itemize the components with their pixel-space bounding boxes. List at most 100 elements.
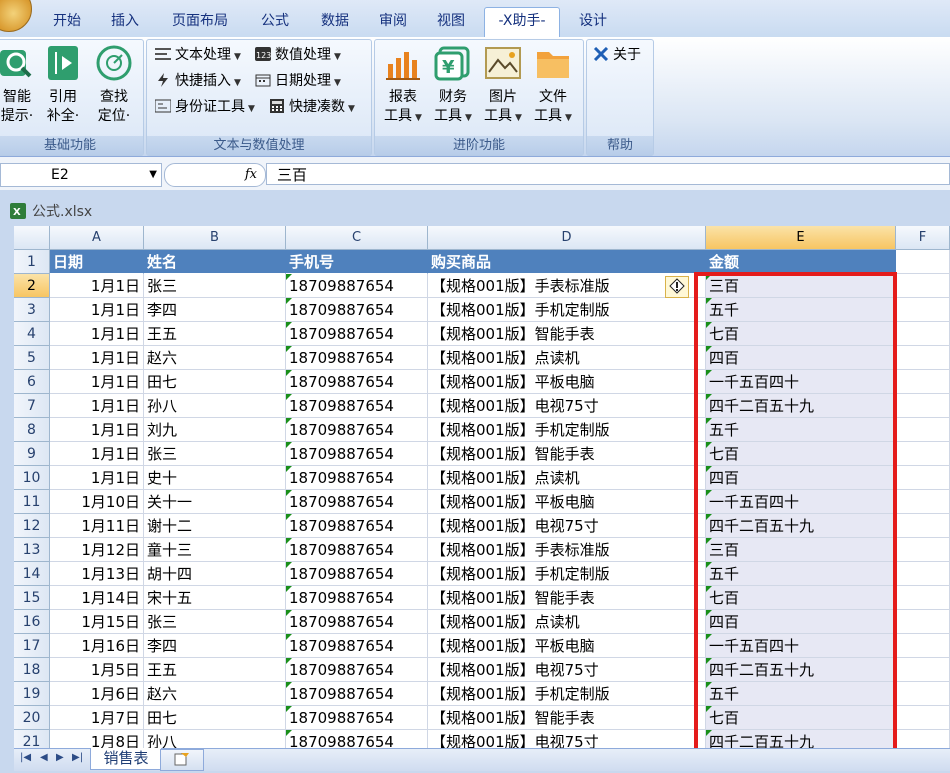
- tab-home[interactable]: 开始: [44, 8, 90, 37]
- next-sheet-icon[interactable]: ▶: [56, 752, 64, 763]
- row-header[interactable]: 8: [14, 418, 50, 442]
- cell-date[interactable]: 1月7日: [50, 706, 144, 730]
- cell-name[interactable]: 关十一: [144, 490, 286, 514]
- empty-cell[interactable]: [896, 394, 950, 418]
- date-process-button[interactable]: 日期处理 ▼: [255, 70, 341, 92]
- cell-name[interactable]: 赵六: [144, 682, 286, 706]
- cell-product[interactable]: 【规格001版】智能手表: [428, 322, 706, 346]
- cell-date[interactable]: 1月1日: [50, 418, 144, 442]
- cell-product[interactable]: 【规格001版】手机定制版: [428, 682, 706, 706]
- tab-x-helper[interactable]: -X助手-: [484, 7, 560, 38]
- last-sheet-icon[interactable]: ▶|: [72, 752, 83, 763]
- quick-insert-button[interactable]: 快捷插入 ▼: [155, 70, 241, 92]
- reference-complete-button[interactable]: 引用 补全·: [41, 44, 85, 126]
- col-header-e[interactable]: E: [706, 226, 896, 250]
- text-process-button[interactable]: 文本处理 ▼: [155, 44, 241, 66]
- finance-tool-button[interactable]: ¥ 财务 工具 ▼: [431, 44, 475, 128]
- col-header-a[interactable]: A: [50, 226, 144, 250]
- tab-insert[interactable]: 插入: [100, 8, 150, 37]
- cell-product[interactable]: 【规格001版】点读机: [428, 346, 706, 370]
- cell-product[interactable]: 【规格001版】点读机: [428, 466, 706, 490]
- cell-phone[interactable]: 18709887654: [286, 706, 428, 730]
- cell-date[interactable]: 1月14日: [50, 586, 144, 610]
- header-cell[interactable]: 购买商品: [428, 250, 706, 274]
- cell-date[interactable]: 1月16日: [50, 634, 144, 658]
- row-header[interactable]: 16: [14, 610, 50, 634]
- cell-phone[interactable]: 18709887654: [286, 658, 428, 682]
- col-header-b[interactable]: B: [144, 226, 286, 250]
- cell-phone[interactable]: 18709887654: [286, 442, 428, 466]
- row-header[interactable]: 13: [14, 538, 50, 562]
- empty-cell[interactable]: [896, 682, 950, 706]
- cell-product[interactable]: 【规格001版】点读机: [428, 610, 706, 634]
- cell-phone[interactable]: 18709887654: [286, 490, 428, 514]
- cell-name[interactable]: 宋十五: [144, 586, 286, 610]
- empty-cell[interactable]: [896, 322, 950, 346]
- tab-data[interactable]: 数据: [310, 8, 360, 37]
- cell-date[interactable]: 1月8日: [50, 730, 144, 748]
- tab-review[interactable]: 审阅: [370, 8, 416, 37]
- cell-phone[interactable]: 18709887654: [286, 274, 428, 298]
- row-header[interactable]: 14: [14, 562, 50, 586]
- cell-name[interactable]: 童十三: [144, 538, 286, 562]
- row-header[interactable]: 5: [14, 346, 50, 370]
- empty-cell[interactable]: [896, 730, 950, 748]
- cell-product[interactable]: 【规格001版】平板电脑: [428, 634, 706, 658]
- first-sheet-icon[interactable]: |◀: [20, 752, 31, 763]
- cell-date[interactable]: 1月1日: [50, 370, 144, 394]
- row-header[interactable]: 9: [14, 442, 50, 466]
- cell-phone[interactable]: 18709887654: [286, 730, 428, 748]
- cell-date[interactable]: 1月10日: [50, 490, 144, 514]
- cell-product[interactable]: 【规格001版】手机定制版: [428, 298, 706, 322]
- cell-date[interactable]: 1月6日: [50, 682, 144, 706]
- cell-product[interactable]: 【规格001版】手表标准版: [428, 538, 706, 562]
- tab-page-layout[interactable]: 页面布局: [160, 8, 240, 37]
- cell-phone[interactable]: 18709887654: [286, 346, 428, 370]
- col-header-f[interactable]: F: [896, 226, 950, 250]
- cell-phone[interactable]: 18709887654: [286, 514, 428, 538]
- report-tool-button[interactable]: 报表 工具 ▼: [381, 44, 425, 128]
- cell-phone[interactable]: 18709887654: [286, 682, 428, 706]
- cell-name[interactable]: 孙八: [144, 730, 286, 748]
- empty-cell[interactable]: [896, 298, 950, 322]
- error-check-icon[interactable]: [665, 276, 689, 298]
- cell-phone[interactable]: 18709887654: [286, 634, 428, 658]
- empty-cell[interactable]: [896, 418, 950, 442]
- cell-date[interactable]: 1月1日: [50, 346, 144, 370]
- header-cell[interactable]: 姓名: [144, 250, 286, 274]
- cell-name[interactable]: 李四: [144, 298, 286, 322]
- cell-name[interactable]: 谢十二: [144, 514, 286, 538]
- find-locate-button[interactable]: 查找 定位·: [89, 44, 139, 126]
- empty-cell[interactable]: [896, 562, 950, 586]
- select-all-corner[interactable]: [14, 226, 50, 250]
- sheet-tab-sales[interactable]: 销售表: [90, 748, 162, 770]
- row-header[interactable]: 10: [14, 466, 50, 490]
- empty-cell[interactable]: [896, 274, 950, 298]
- empty-cell[interactable]: [896, 346, 950, 370]
- cell-phone[interactable]: 18709887654: [286, 586, 428, 610]
- empty-cell[interactable]: [896, 466, 950, 490]
- smart-hint-button[interactable]: 智能 提示·: [0, 44, 37, 126]
- cell-name[interactable]: 史十: [144, 466, 286, 490]
- cell-name[interactable]: 王五: [144, 322, 286, 346]
- empty-cell[interactable]: [896, 490, 950, 514]
- cell-date[interactable]: 1月1日: [50, 466, 144, 490]
- empty-cell[interactable]: [896, 442, 950, 466]
- cell-product[interactable]: 【规格001版】电视75寸: [428, 730, 706, 748]
- cell-name[interactable]: 孙八: [144, 394, 286, 418]
- cell-name[interactable]: 张三: [144, 274, 286, 298]
- cell-product[interactable]: 【规格001版】电视75寸: [428, 658, 706, 682]
- cell-name[interactable]: 胡十四: [144, 562, 286, 586]
- cell-date[interactable]: 1月15日: [50, 610, 144, 634]
- cell-product[interactable]: 【规格001版】智能手表: [428, 706, 706, 730]
- cell-date[interactable]: 1月1日: [50, 394, 144, 418]
- col-header-c[interactable]: C: [286, 226, 428, 250]
- cell-name[interactable]: 张三: [144, 442, 286, 466]
- cell-product[interactable]: 【规格001版】智能手表: [428, 442, 706, 466]
- header-cell[interactable]: 金额: [706, 250, 896, 274]
- insert-sheet-icon[interactable]: [160, 749, 204, 771]
- empty-cell[interactable]: [896, 658, 950, 682]
- row-header[interactable]: 20: [14, 706, 50, 730]
- row-header[interactable]: 7: [14, 394, 50, 418]
- cell-phone[interactable]: 18709887654: [286, 418, 428, 442]
